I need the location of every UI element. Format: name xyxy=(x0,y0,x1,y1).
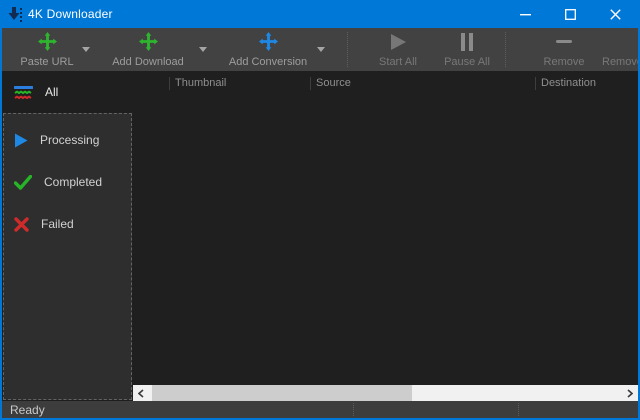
list-header-row: Thumbnail Source Destination xyxy=(133,71,638,96)
app-body: All Processing Completed xyxy=(2,71,638,401)
add-conversion-button[interactable]: Add Conversion xyxy=(228,31,308,68)
statusbar: Ready xyxy=(2,401,638,418)
start-all-button[interactable]: Start All xyxy=(368,31,428,68)
paste-url-label: Paste URL xyxy=(20,56,73,68)
add-conversion-label: Add Conversion xyxy=(229,56,307,68)
toolbar-separator xyxy=(505,32,506,67)
sidebar-item-failed[interactable]: Failed xyxy=(4,212,131,236)
toolbar: Paste URL Add Download Add Conversion xyxy=(2,28,638,71)
sidebar-item-label: All xyxy=(45,85,58,99)
column-separator xyxy=(169,77,170,90)
processing-play-icon xyxy=(14,133,28,148)
app-window: 4K Downloader Paste URL xyxy=(0,0,640,420)
paste-url-dropdown-icon[interactable] xyxy=(79,44,93,54)
pause-all-label: Pause All xyxy=(444,56,490,68)
scroll-right-icon[interactable] xyxy=(622,385,638,401)
plus-icon xyxy=(38,31,57,52)
maximize-button[interactable] xyxy=(548,0,593,28)
remove-minus-icon xyxy=(556,31,572,52)
sidebar-filter-panel: Processing Completed Failed xyxy=(3,113,132,400)
failed-cross-icon xyxy=(14,217,29,232)
plus-icon xyxy=(259,31,278,52)
scroll-left-icon[interactable] xyxy=(133,385,149,401)
remove-button[interactable]: Remove xyxy=(534,31,594,68)
list-empty-area xyxy=(133,96,638,385)
sidebar-item-label: Completed xyxy=(44,175,102,189)
sidebar-item-processing[interactable]: Processing xyxy=(4,128,131,152)
column-header-destination[interactable]: Destination xyxy=(541,77,596,89)
paste-url-button[interactable]: Paste URL xyxy=(16,31,78,68)
app-logo-icon xyxy=(2,6,28,22)
sidebar-item-all[interactable]: All xyxy=(2,71,133,113)
sidebar-item-label: Processing xyxy=(40,133,99,147)
toolbar-separator xyxy=(347,32,348,67)
minimize-button[interactable] xyxy=(503,0,548,28)
pause-all-icon xyxy=(460,31,474,52)
status-text: Ready xyxy=(10,403,45,417)
sidebar-item-completed[interactable]: Completed xyxy=(4,170,131,194)
completed-check-icon xyxy=(14,175,32,190)
add-download-button[interactable]: Add Download xyxy=(108,31,188,68)
add-download-dropdown-icon[interactable] xyxy=(196,44,210,54)
column-header-thumbnail[interactable]: Thumbnail xyxy=(175,77,226,89)
add-download-label: Add Download xyxy=(112,56,184,68)
pause-all-button[interactable]: Pause All xyxy=(437,31,497,68)
sidebar: All Processing Completed xyxy=(2,71,133,401)
all-filter-icon xyxy=(14,85,33,100)
column-header-source[interactable]: Source xyxy=(316,77,351,89)
remove-all-label: Remove xyxy=(602,56,640,68)
horizontal-scrollbar[interactable] xyxy=(133,385,638,401)
remove-label: Remove xyxy=(544,56,585,68)
close-button[interactable] xyxy=(593,0,638,28)
download-list: Thumbnail Source Destination xyxy=(133,71,638,401)
titlebar: 4K Downloader xyxy=(2,0,638,28)
window-title: 4K Downloader xyxy=(28,7,113,21)
statusbar-separator xyxy=(353,403,354,416)
column-separator xyxy=(535,77,536,90)
remove-all-button[interactable]: Remove xyxy=(602,31,640,68)
column-separator xyxy=(310,77,311,90)
statusbar-separator xyxy=(518,403,519,416)
play-all-icon xyxy=(390,31,407,52)
start-all-label: Start All xyxy=(379,56,417,68)
plus-icon xyxy=(139,31,158,52)
scrollbar-thumb[interactable] xyxy=(152,385,412,401)
add-conversion-dropdown-icon[interactable] xyxy=(314,44,328,54)
sidebar-item-label: Failed xyxy=(41,217,74,231)
